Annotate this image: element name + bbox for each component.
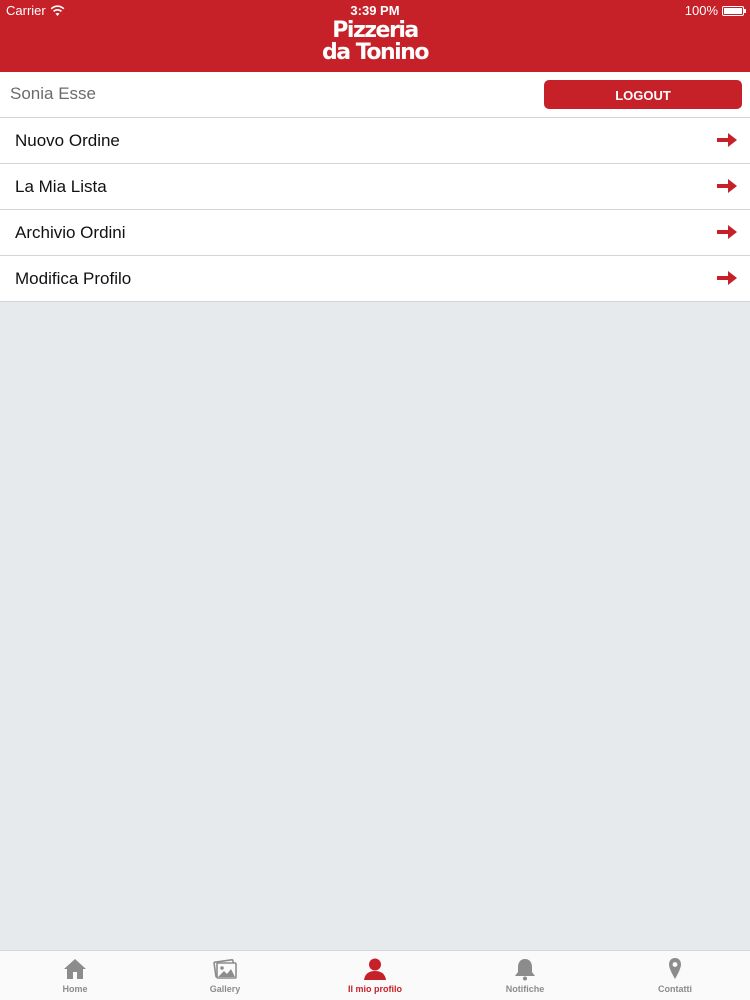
- home-icon: [64, 959, 86, 979]
- tab-label: Notifiche: [505, 984, 545, 994]
- tab-label: Gallery: [209, 984, 241, 994]
- logo-line-1: Pizzeria: [332, 18, 419, 43]
- arrow-right-icon: [717, 179, 737, 193]
- tab-label: Il mio profilo: [348, 984, 402, 994]
- tab-label: Home: [62, 984, 88, 994]
- menu-item-label: Nuovo Ordine: [15, 131, 120, 150]
- user-bar: Sonia Esse LOGOUT: [0, 72, 750, 118]
- status-time: 3:39 PM: [350, 3, 400, 18]
- gallery-icon: [213, 959, 237, 979]
- menu-item-label: Modifica Profilo: [15, 269, 132, 288]
- bell-icon: [515, 959, 535, 981]
- app-screen: Carrier 3:39 PM 100% Pizzeria da Tonino …: [0, 0, 750, 1000]
- tab-il-mio-profilo[interactable]: Il mio profilo: [300, 951, 450, 1000]
- battery-icon: [722, 5, 746, 16]
- tab-gallery[interactable]: Gallery: [150, 951, 300, 1000]
- battery-percent: 100%: [684, 3, 718, 18]
- menu-item-archivio-ordini[interactable]: Archivio Ordini: [0, 210, 750, 256]
- tab-contatti[interactable]: Contatti: [600, 951, 750, 1000]
- arrow-right-icon: [717, 225, 737, 239]
- tab-label: Contatti: [658, 984, 692, 994]
- user-name: Sonia Esse: [10, 84, 96, 103]
- logout-button[interactable]: LOGOUT: [544, 80, 742, 109]
- arrow-right-icon: [717, 271, 737, 285]
- tab-notifiche[interactable]: Notifiche: [450, 951, 600, 1000]
- profile-icon: [364, 958, 386, 980]
- map-pin-icon: [669, 958, 681, 979]
- tab-bar: Home Gallery Il mio profilo Notifiche Co…: [0, 950, 750, 1000]
- app-logo: Pizzeria da Tonino: [0, 20, 750, 64]
- menu-item-label: La Mia Lista: [15, 177, 107, 196]
- menu-item-la-mia-lista[interactable]: La Mia Lista: [0, 164, 750, 210]
- logo-line-2: da Tonino: [322, 40, 429, 65]
- status-battery: 100%: [684, 3, 746, 18]
- arrow-right-icon: [717, 133, 737, 147]
- menu-item-modifica-profilo[interactable]: Modifica Profilo: [0, 256, 750, 302]
- tab-home[interactable]: Home: [0, 951, 150, 1000]
- menu-item-nuovo-ordine[interactable]: Nuovo Ordine: [0, 118, 750, 164]
- profile-menu: Nuovo Ordine La Mia Lista Archivio Ordin…: [0, 118, 750, 302]
- app-header: Carrier 3:39 PM 100% Pizzeria da Tonino: [0, 0, 750, 72]
- menu-item-label: Archivio Ordini: [15, 223, 126, 242]
